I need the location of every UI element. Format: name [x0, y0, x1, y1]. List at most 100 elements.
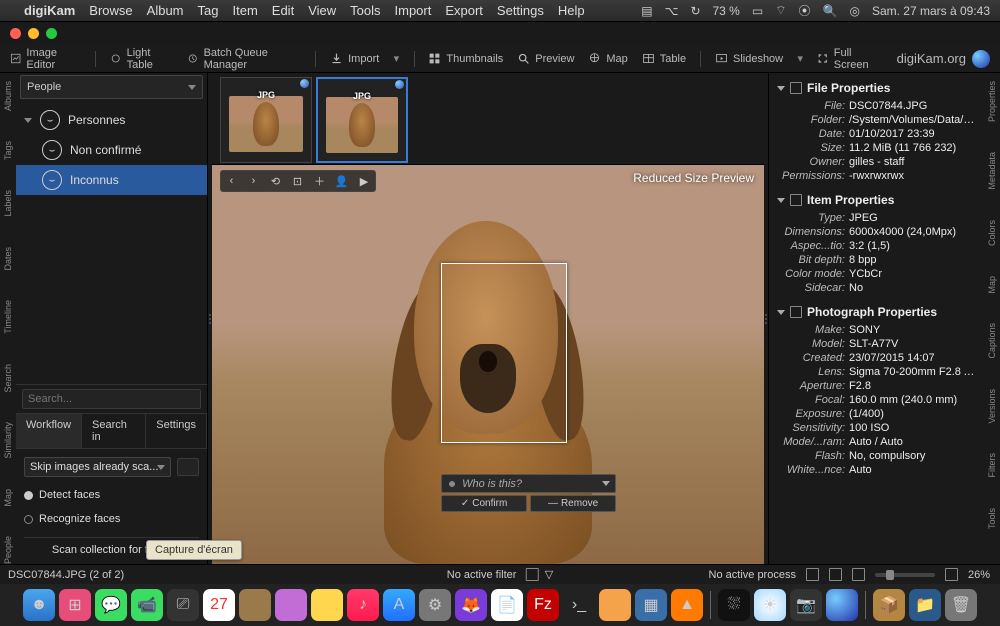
- dock-screenshot-icon[interactable]: ⎚: [167, 589, 199, 621]
- dock-digikam-icon[interactable]: [826, 589, 858, 621]
- siri-icon[interactable]: ◎: [849, 4, 859, 18]
- menu-import[interactable]: Import: [395, 3, 432, 18]
- confirm-face-button[interactable]: ✓ Confirm: [441, 495, 527, 512]
- dock-notes-icon[interactable]: [311, 589, 343, 621]
- clock[interactable]: Sam. 27 mars à 09:43: [872, 4, 990, 18]
- add-face-button[interactable]: ＋: [309, 171, 331, 191]
- tab-properties[interactable]: Properties: [987, 81, 997, 122]
- dock-folder-icon[interactable]: 📁: [909, 589, 941, 621]
- preview-area[interactable]: ‹ › ⟲ ⊡ ＋ 👤 ▶ Reduced Size Preview Who i…: [212, 165, 764, 564]
- zoom-window-button[interactable]: [46, 28, 57, 39]
- tab-captions[interactable]: Captions: [987, 323, 997, 359]
- next-button[interactable]: ›: [243, 171, 265, 191]
- detect-faces-radio[interactable]: Detect faces: [24, 489, 199, 501]
- wifi-icon[interactable]: ⌔: [775, 3, 786, 18]
- dock-textedit-icon[interactable]: 📄: [491, 589, 523, 621]
- import-button[interactable]: Import: [330, 52, 379, 65]
- tree-unconfirmed[interactable]: ⌣ Non confirmé: [16, 135, 207, 165]
- filter-funnel-icon[interactable]: ▽: [545, 568, 553, 581]
- digikam-logo[interactable]: digiKam.org: [897, 50, 990, 68]
- menuextra-icon[interactable]: ▤: [641, 4, 652, 18]
- menu-edit[interactable]: Edit: [272, 3, 294, 18]
- battery-icon[interactable]: ▭: [752, 4, 763, 18]
- dock-settings-icon[interactable]: ⚙: [419, 589, 451, 621]
- menu-item[interactable]: Item: [232, 3, 257, 18]
- tab-settings[interactable]: Settings: [146, 414, 207, 448]
- tab-timeline[interactable]: Timeline: [3, 300, 13, 334]
- zoom-in-icon[interactable]: [945, 568, 958, 581]
- face-tag-button[interactable]: ⊡: [287, 171, 309, 191]
- tab-people[interactable]: People: [3, 536, 13, 564]
- dock-showfoto-icon[interactable]: 📷: [790, 589, 822, 621]
- menu-export[interactable]: Export: [445, 3, 483, 18]
- dock-monitor-icon[interactable]: ⛆: [718, 589, 750, 621]
- tab-search[interactable]: Search: [3, 364, 13, 393]
- menu-tag[interactable]: Tag: [198, 3, 219, 18]
- tab-similarity[interactable]: Similarity: [3, 422, 13, 459]
- who-is-this-input[interactable]: Who is this?: [441, 474, 616, 493]
- light-table-button[interactable]: Light Table: [110, 47, 173, 71]
- table-button[interactable]: Table: [642, 52, 686, 65]
- face-detection-box[interactable]: [441, 263, 567, 443]
- batch-queue-manager-button[interactable]: Batch Queue Manager: [187, 47, 301, 71]
- skip-scanned-combo[interactable]: Skip images already sca...: [24, 457, 171, 477]
- dock-facetime-icon[interactable]: 📹: [131, 589, 163, 621]
- dock-weather-icon[interactable]: ☀: [754, 589, 786, 621]
- people-icon[interactable]: 👤: [331, 171, 353, 191]
- fullscreen-button[interactable]: Full Screen: [817, 47, 882, 71]
- dock-vlc-icon[interactable]: ▲: [671, 589, 703, 621]
- tab-metadata[interactable]: Metadata: [987, 152, 997, 190]
- preview-button[interactable]: Preview: [517, 52, 574, 65]
- close-window-button[interactable]: [10, 28, 21, 39]
- sync-icon[interactable]: ↻: [690, 4, 700, 18]
- thumbnail-2[interactable]: JPG: [316, 77, 408, 163]
- file-properties-header[interactable]: File Properties: [771, 77, 982, 99]
- rotate-left-button[interactable]: ⟲: [265, 171, 287, 191]
- spotlight-icon[interactable]: 🔍: [823, 4, 838, 18]
- dock-launchpad-icon[interactable]: ⊞: [59, 589, 91, 621]
- dock-terminal-icon[interactable]: ›_: [563, 589, 595, 621]
- tab-workflow[interactable]: Workflow: [16, 414, 82, 448]
- tree-unknown[interactable]: ⌣ Inconnus: [16, 165, 207, 195]
- tree-personnes[interactable]: ⌣ Personnes: [16, 105, 207, 135]
- zoom-percent[interactable]: 26%: [968, 569, 990, 581]
- search-input[interactable]: [22, 389, 201, 409]
- menu-help[interactable]: Help: [558, 3, 585, 18]
- dock-app3-icon[interactable]: [599, 589, 631, 621]
- menu-settings[interactable]: Settings: [497, 3, 544, 18]
- menu-tools[interactable]: Tools: [350, 3, 380, 18]
- tab-versions[interactable]: Versions: [987, 389, 997, 424]
- dock-app1-icon[interactable]: [239, 589, 271, 621]
- tab-tags[interactable]: Tags: [3, 141, 13, 160]
- thumbnails-button[interactable]: Thumbnails: [428, 52, 503, 65]
- filter-reset-icon[interactable]: [526, 568, 539, 581]
- menu-view[interactable]: View: [308, 3, 336, 18]
- control-center-icon[interactable]: ⦿: [798, 2, 810, 19]
- dock-appstore-icon[interactable]: A: [383, 589, 415, 621]
- play-button[interactable]: ▶: [353, 171, 375, 191]
- dock-box-icon[interactable]: 📦: [873, 589, 905, 621]
- prev-button[interactable]: ‹: [221, 171, 243, 191]
- dock-finder-icon[interactable]: ☻: [23, 589, 55, 621]
- tab-map-left[interactable]: Map: [3, 489, 13, 507]
- slideshow-button[interactable]: Slideshow: [715, 52, 783, 65]
- tab-colors[interactable]: Colors: [987, 220, 997, 246]
- zoom-100-icon[interactable]: [829, 568, 842, 581]
- dock-messages-icon[interactable]: 💬: [95, 589, 127, 621]
- dock-app2-icon[interactable]: [275, 589, 307, 621]
- dock-music-icon[interactable]: ♪: [347, 589, 379, 621]
- people-combo[interactable]: People: [20, 75, 203, 99]
- skip-count-input[interactable]: [177, 458, 199, 476]
- image-editor-button[interactable]: Image Editor: [10, 47, 81, 71]
- zoom-slider[interactable]: [875, 573, 935, 577]
- tab-rtools[interactable]: Tools: [987, 508, 997, 529]
- recognize-faces-radio[interactable]: Recognize faces: [24, 513, 199, 525]
- battery-percent[interactable]: 73 %: [713, 4, 740, 18]
- app-name[interactable]: digiKam: [24, 3, 75, 18]
- map-button[interactable]: Map: [588, 52, 627, 65]
- dock-virtualbox-icon[interactable]: ▦: [635, 589, 667, 621]
- photograph-properties-header[interactable]: Photograph Properties: [771, 301, 982, 323]
- dock-calendar-icon[interactable]: 27: [203, 589, 235, 621]
- tab-filters[interactable]: Filters: [987, 453, 997, 478]
- zoom-fit-icon[interactable]: [806, 568, 819, 581]
